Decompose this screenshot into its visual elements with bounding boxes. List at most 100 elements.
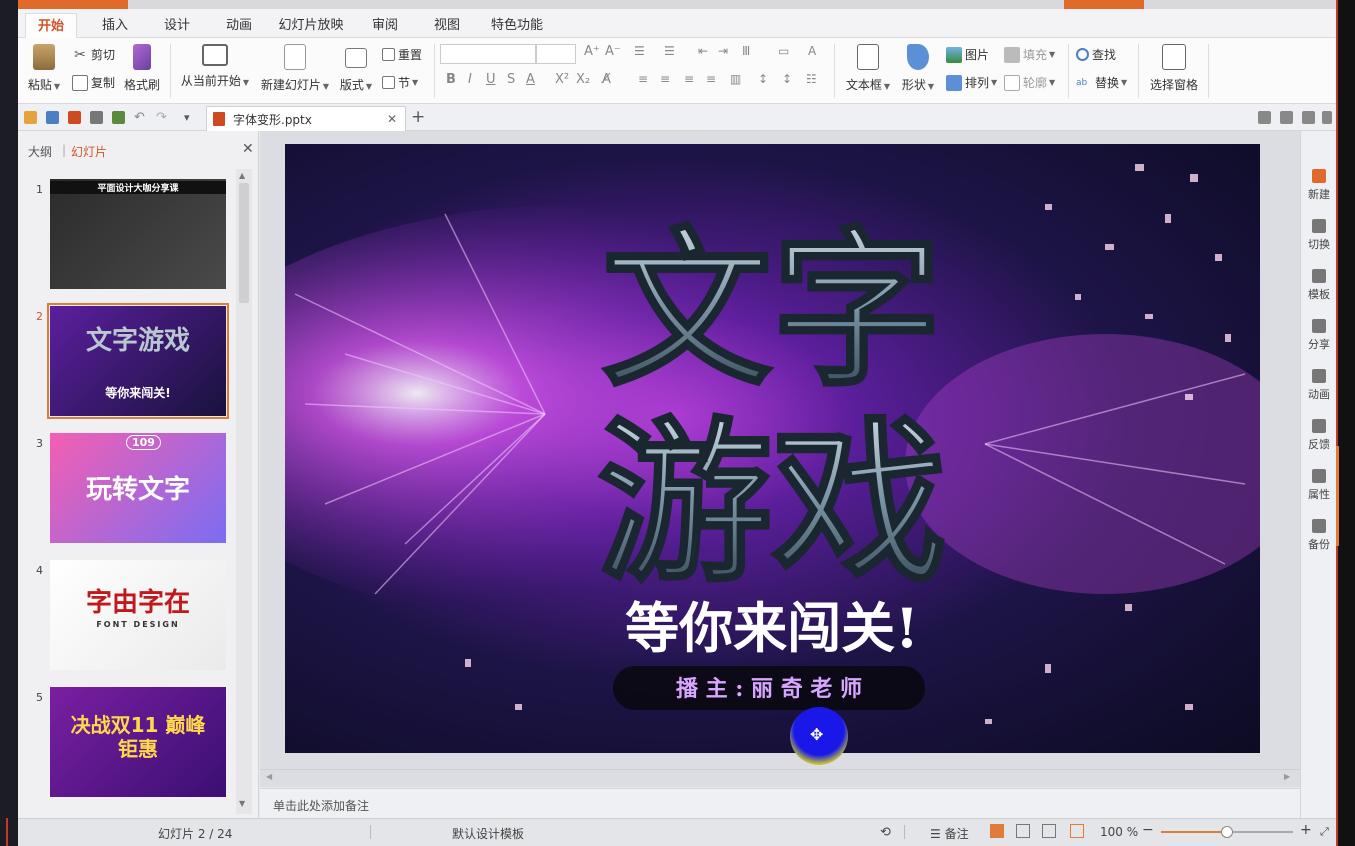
section-button[interactable]: 节 ▼ [382, 74, 418, 91]
font-name-combo[interactable] [440, 44, 536, 64]
skin-icon[interactable] [1258, 111, 1271, 124]
text-align-icon[interactable]: A [808, 44, 816, 58]
arrange-button[interactable]: 排列 ▼ [946, 74, 997, 91]
selection-pane-button[interactable]: 选择窗格 [1146, 44, 1202, 93]
export-pdf-icon[interactable] [68, 111, 81, 124]
paste-button[interactable]: 粘贴 ▼ [24, 44, 64, 93]
align-center-icon[interactable]: ≡ [660, 72, 670, 86]
zoom-in-icon[interactable]: + [1300, 822, 1312, 838]
distribute-icon[interactable]: ▥ [730, 72, 741, 86]
slide-thumbnail-5[interactable]: 决战双11 巅峰钜惠 [50, 687, 226, 797]
tab-review[interactable]: 审阅 [360, 13, 410, 38]
shape-button[interactable]: 形状 ▼ [898, 44, 938, 93]
normal-view-icon[interactable] [990, 824, 1004, 838]
sidebar-transition[interactable]: 切换 [1301, 219, 1337, 252]
sidebar-template[interactable]: 模板 [1301, 269, 1337, 302]
help-icon[interactable] [1280, 111, 1293, 124]
scroll-up-icon[interactable]: ▲ [239, 171, 245, 180]
message-icon[interactable] [1302, 111, 1315, 124]
sidebar-animation[interactable]: 动画 [1301, 369, 1337, 402]
panel-scrollbar[interactable]: ▲ ▼ [236, 169, 252, 814]
superscript-icon[interactable]: X² [555, 72, 569, 87]
zoom-slider[interactable] [1161, 826, 1293, 838]
upgrade-button[interactable] [1064, 0, 1144, 9]
customize-toolbar-icon[interactable]: ▾ [184, 111, 197, 124]
decrease-indent-icon[interactable]: ⇤ [698, 44, 708, 58]
zoom-level[interactable]: 100 % [1100, 825, 1138, 839]
notes-placeholder[interactable]: 单击此处添加备注 [273, 797, 369, 814]
print-preview-icon[interactable] [112, 111, 125, 124]
increase-indent-icon[interactable]: ⇥ [718, 44, 728, 58]
bold-icon[interactable]: B [446, 72, 456, 87]
notes-pane[interactable]: 单击此处添加备注 [260, 788, 1318, 818]
cut-button[interactable]: ✂ 剪切 [72, 46, 115, 63]
reset-button[interactable]: 重置 [382, 46, 422, 63]
tab-view[interactable]: 视图 [422, 13, 472, 38]
sidebar-backup[interactable]: 备份 [1301, 519, 1337, 552]
tab-slides[interactable]: 幻灯片 [71, 143, 107, 160]
sidebar-share[interactable]: 分享 [1301, 319, 1337, 352]
tab-animation[interactable]: 动画 [214, 13, 264, 38]
columns-icon[interactable]: ▭ [778, 44, 789, 58]
shrink-font-icon[interactable]: A⁻ [605, 44, 621, 59]
undo-icon[interactable]: ↶ [134, 111, 147, 124]
bullets-icon[interactable]: ☰ [634, 44, 645, 58]
textbox-button[interactable]: 文本框 ▼ [844, 44, 892, 93]
sidebar-feedback[interactable]: 反馈 [1301, 419, 1337, 452]
new-slide-button[interactable]: 新建幻灯片 ▼ [258, 44, 332, 93]
grow-font-icon[interactable]: A⁺ [584, 44, 600, 59]
close-panel-icon[interactable]: ✕ [242, 141, 254, 157]
align-right-icon[interactable]: ≡ [684, 72, 694, 86]
new-tab-icon[interactable]: + [411, 107, 425, 127]
current-slide[interactable]: 文字 游戏 等你来闯关! 播 主 : 丽 奇 老 师 [285, 144, 1260, 753]
slide-thumbnail-4[interactable]: 字由字在 FONT DESIGN [50, 560, 226, 670]
zoom-out-icon[interactable]: − [1142, 822, 1154, 838]
reading-view-icon[interactable] [1042, 824, 1056, 838]
line-spacing-icon[interactable]: ↕ [758, 72, 768, 86]
slide-editing-area[interactable]: 文字 游戏 等你来闯关! 播 主 : 丽 奇 老 师 [260, 131, 1300, 769]
tab-slideshow[interactable]: 幻灯片放映 [276, 13, 346, 38]
paragraph-settings-icon[interactable]: ☷ [806, 72, 817, 86]
document-tab[interactable]: 字体变形.pptx ✕ [206, 106, 406, 131]
scroll-left-icon[interactable]: ◀ [266, 772, 272, 781]
shadow-icon[interactable]: S [507, 72, 515, 87]
zoom-slider-knob[interactable] [1221, 826, 1233, 838]
fit-window-icon[interactable]: ⤢ [1320, 825, 1329, 839]
justify-icon[interactable]: ≡ [706, 72, 716, 86]
from-current-button[interactable]: 从当前开始 ▼ [178, 44, 252, 89]
app-menu-button[interactable] [18, 0, 128, 9]
tab-special-features[interactable]: 特色功能 [482, 13, 552, 38]
scroll-right-icon[interactable]: ▶ [1284, 772, 1290, 781]
copy-button[interactable]: 复制 [72, 74, 115, 91]
slide-thumbnail-2[interactable]: 文字游戏 等你来闯关! [47, 303, 229, 419]
numbering-icon[interactable]: ☰ [664, 44, 675, 58]
notes-toggle[interactable]: ☰ 备注 [930, 825, 969, 842]
close-tab-icon[interactable]: ✕ [387, 112, 397, 126]
outline-button[interactable]: 轮廓 ▼ [1004, 74, 1055, 91]
font-size-combo[interactable] [536, 44, 576, 64]
paragraph-spacing-icon[interactable]: ↕ [782, 72, 792, 86]
sidebar-new[interactable]: 新建 [1301, 169, 1337, 202]
slide-sorter-view-icon[interactable] [1016, 824, 1030, 838]
slide-thumbnail-3[interactable]: 玩转文字 109 [50, 433, 226, 543]
open-icon[interactable] [24, 111, 37, 124]
redo-icon[interactable]: ↷ [156, 111, 169, 124]
tab-outline[interactable]: 大纲 [28, 143, 52, 160]
underline-icon[interactable]: U [486, 72, 496, 87]
print-icon[interactable] [90, 111, 103, 124]
find-button[interactable]: 查找 [1076, 46, 1116, 63]
clear-format-icon[interactable]: A̸ [602, 72, 611, 87]
italic-icon[interactable]: I [468, 72, 472, 87]
subscript-icon[interactable]: X₂ [576, 72, 590, 87]
tab-design[interactable]: 设计 [152, 13, 202, 38]
play-slideshow-icon[interactable] [1070, 824, 1084, 838]
font-color-icon[interactable]: A [526, 72, 535, 87]
menu-icon[interactable] [1322, 111, 1332, 124]
history-icon[interactable]: ⟲ [880, 825, 891, 840]
layout-button[interactable]: 版式 ▼ [336, 44, 376, 93]
panel-scroll-thumb[interactable] [239, 183, 249, 303]
canvas-horizontal-scrollbar[interactable]: ◀ ▶ [260, 769, 1300, 787]
picture-button[interactable]: 图片 [946, 46, 989, 63]
scroll-down-icon[interactable]: ▼ [239, 799, 245, 808]
tab-home[interactable]: 开始 [25, 13, 77, 38]
